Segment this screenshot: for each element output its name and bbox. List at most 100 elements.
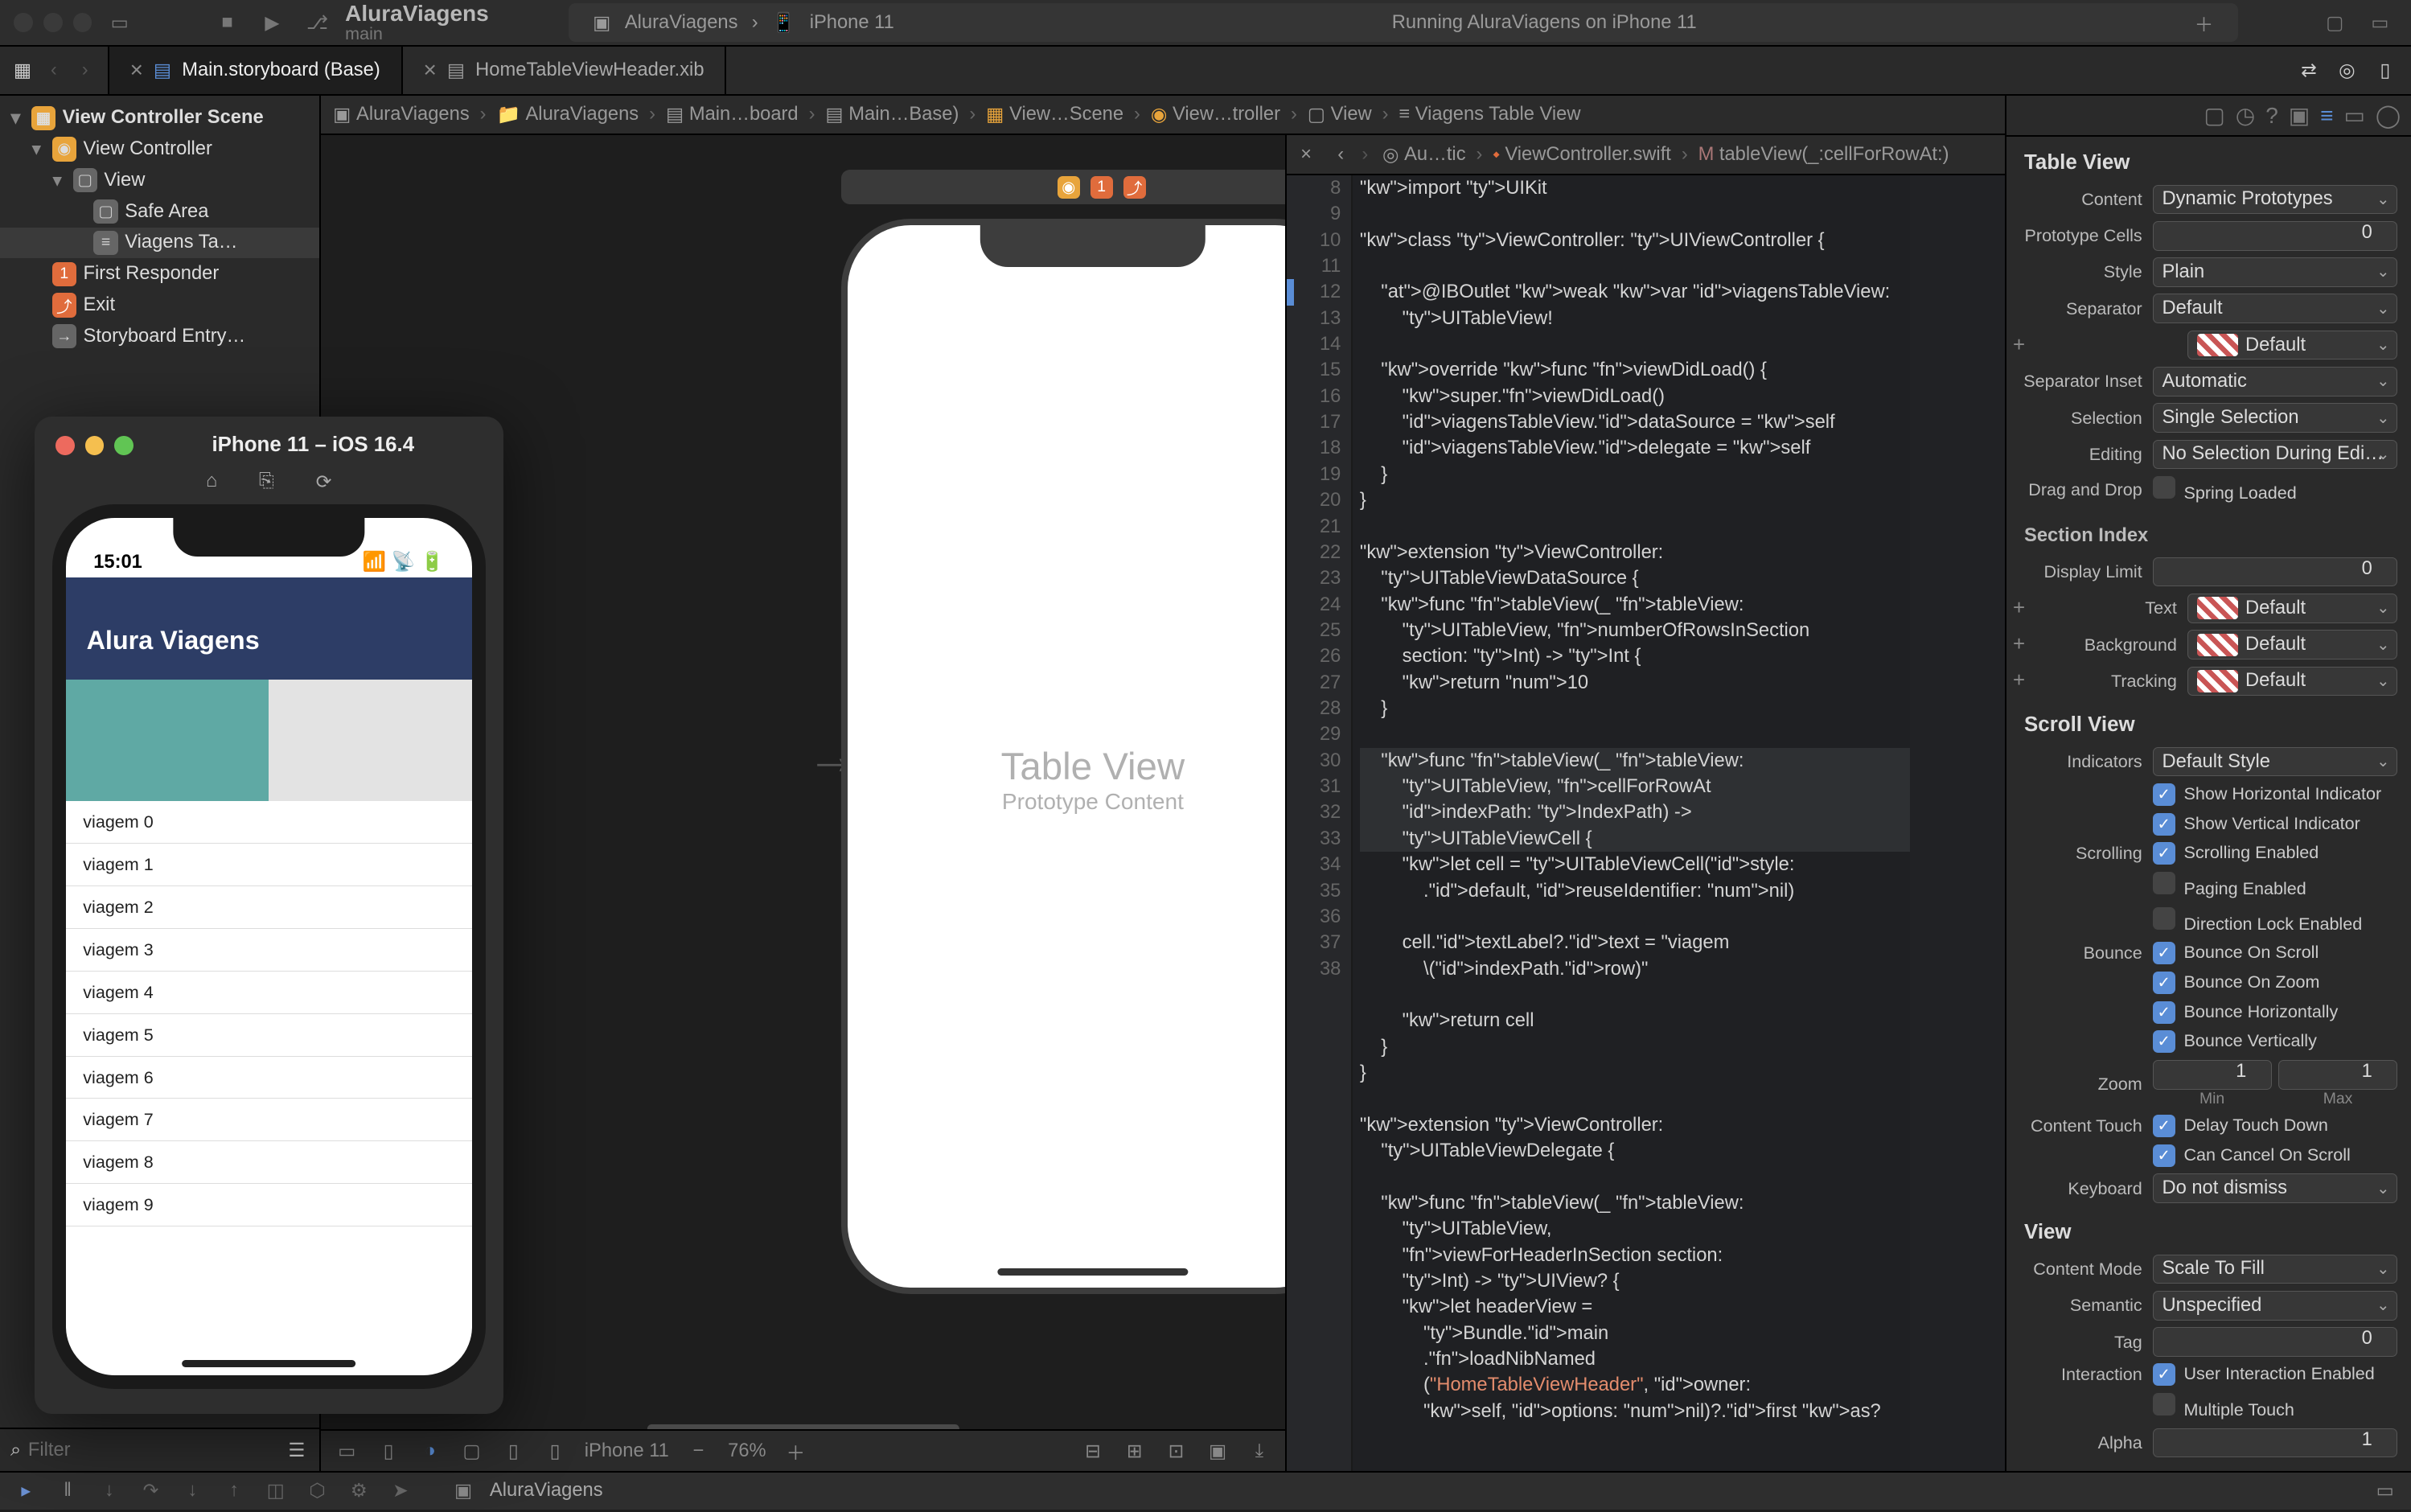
- resolve-icon[interactable]: ⊡: [1164, 1439, 1188, 1463]
- bounce-h-checkbox[interactable]: ✓: [2153, 1001, 2175, 1024]
- device-small-icon[interactable]: ▯: [543, 1439, 567, 1463]
- cancel-scroll-checkbox[interactable]: ✓: [2153, 1144, 2175, 1167]
- zoom-out-icon[interactable]: −: [686, 1439, 710, 1463]
- forward-icon[interactable]: ›: [73, 58, 97, 82]
- device-label[interactable]: iPhone 11: [585, 1440, 669, 1462]
- size-inspector-icon[interactable]: ▭: [2343, 102, 2365, 129]
- tag-field[interactable]: 0: [2153, 1327, 2397, 1357]
- window-traffic-lights[interactable]: [14, 13, 92, 32]
- add-icon[interactable]: +: [2006, 597, 2031, 620]
- memory-graph-icon[interactable]: ⬡: [306, 1479, 330, 1503]
- simulator-screen[interactable]: 15:01 📶 📡 🔋 Alura Viagens viagem 0viagem…: [52, 504, 486, 1389]
- adjust-editor-icon[interactable]: ⇄: [2297, 58, 2321, 82]
- delay-touch-checkbox[interactable]: ✓: [2153, 1115, 2175, 1137]
- add-icon[interactable]: +: [2006, 334, 2031, 357]
- step-over-icon[interactable]: ↷: [139, 1479, 163, 1503]
- history-inspector-icon[interactable]: ◷: [2236, 102, 2255, 129]
- forward-icon[interactable]: ›: [1353, 142, 1377, 166]
- first-responder-dock-icon[interactable]: 1: [1090, 176, 1113, 199]
- user-interaction-checkbox[interactable]: ✓: [2153, 1363, 2175, 1386]
- environment-icon[interactable]: ⚙: [347, 1479, 371, 1503]
- continue-icon[interactable]: ↓: [97, 1479, 121, 1503]
- bounce-v-checkbox[interactable]: ✓: [2153, 1030, 2175, 1053]
- selection-popup[interactable]: Single Selection: [2153, 403, 2397, 433]
- library-icon[interactable]: ▢: [2318, 7, 2352, 39]
- outline-exit[interactable]: ⤴ Exit: [0, 290, 319, 321]
- back-icon[interactable]: ‹: [42, 58, 66, 82]
- sim-list-row[interactable]: viagem 6: [66, 1057, 472, 1099]
- connections-inspector-icon[interactable]: ◯: [2376, 102, 2401, 129]
- add-icon[interactable]: ＋: [2195, 9, 2214, 37]
- file-inspector-icon[interactable]: ▢: [2204, 102, 2225, 129]
- scene-dock[interactable]: ◉ 1 ⤴: [841, 170, 1285, 204]
- zoom-max-field[interactable]: 1: [2278, 1060, 2397, 1090]
- canvas-scene[interactable]: ◉ 1 ⤴ Table View Prototype Content: [841, 170, 1285, 1294]
- outline-view[interactable]: ▾▢ View: [0, 165, 319, 196]
- device-icon[interactable]: ▯: [501, 1439, 525, 1463]
- sim-list-row[interactable]: viagem 5: [66, 1014, 472, 1057]
- add-editor-icon[interactable]: ▯: [2373, 58, 2397, 82]
- outline-scene[interactable]: ▾▦ View Controller Scene: [0, 102, 319, 134]
- debug-toggle-icon[interactable]: ▸: [14, 1479, 38, 1503]
- export-icon[interactable]: ⤓: [1247, 1439, 1271, 1463]
- display-limit-field[interactable]: 0: [2153, 557, 2397, 587]
- home-icon[interactable]: ⌂: [206, 470, 217, 494]
- show-v-indicator-checkbox[interactable]: ✓: [2153, 813, 2175, 836]
- sim-list-row[interactable]: viagem 1: [66, 844, 472, 886]
- sim-list-row[interactable]: viagem 9: [66, 1184, 472, 1226]
- prototype-cells-field[interactable]: 0: [2153, 221, 2397, 251]
- semantic-popup[interactable]: Unspecified: [2153, 1291, 2397, 1321]
- tab-main-storyboard[interactable]: × ▤ Main.storyboard (Base): [109, 47, 403, 93]
- outline-tableview[interactable]: ≡ Viagens Ta…: [0, 228, 319, 259]
- debugbar-target[interactable]: AluraViagens: [490, 1480, 603, 1502]
- index-bg-popup[interactable]: Default: [2187, 630, 2397, 659]
- scrolling-enabled-checkbox[interactable]: ✓: [2153, 842, 2175, 865]
- outline-view-controller[interactable]: ▾◉ View Controller: [0, 134, 319, 165]
- content-popup[interactable]: Dynamic Prototypes: [2153, 185, 2397, 215]
- separator-popup[interactable]: Default: [2153, 294, 2397, 323]
- outline-entry-point[interactable]: → Storyboard Entry…: [0, 321, 319, 352]
- add-icon[interactable]: +: [2006, 633, 2031, 656]
- sim-list-row[interactable]: viagem 8: [66, 1141, 472, 1184]
- outline-safe-area[interactable]: ▢ Safe Area: [0, 196, 319, 228]
- exit-dock-icon[interactable]: ⤴: [1123, 176, 1146, 199]
- tab-header-xib[interactable]: × ▤ HomeTableViewHeader.xib: [403, 47, 727, 93]
- embed-icon[interactable]: ▣: [1206, 1439, 1230, 1463]
- paging-enabled-checkbox[interactable]: [2153, 872, 2175, 894]
- outline-toggle-icon[interactable]: ▭: [335, 1439, 359, 1463]
- indicators-popup[interactable]: Default Style: [2153, 747, 2397, 777]
- console-toggle-icon[interactable]: ▭: [2373, 1479, 2397, 1503]
- sidebar-toggle-icon[interactable]: ▭: [102, 7, 137, 39]
- close-assistant-icon[interactable]: ×: [1294, 142, 1318, 166]
- content-mode-popup[interactable]: Scale To Fill: [2153, 1255, 2397, 1284]
- bounce-scroll-checkbox[interactable]: ✓: [2153, 942, 2175, 964]
- spring-loaded-checkbox[interactable]: [2153, 476, 2175, 499]
- zoom-in-icon[interactable]: ＋: [783, 1439, 807, 1463]
- show-h-indicator-checkbox[interactable]: ✓: [2153, 783, 2175, 806]
- related-items-icon[interactable]: ▦: [10, 58, 35, 82]
- location-icon[interactable]: ➤: [388, 1479, 413, 1503]
- trait-icon[interactable]: ◑: [418, 1439, 442, 1463]
- stop-button[interactable]: ■: [210, 7, 244, 39]
- jump-bar-editor[interactable]: × ‹ › ◎Au…tic ⬩ViewController.swift Mtab…: [1287, 135, 2005, 175]
- screenshot-icon[interactable]: ⎘: [259, 470, 274, 494]
- add-icon[interactable]: +: [2006, 669, 2031, 692]
- keyboard-popup[interactable]: Do not dismiss: [2153, 1173, 2397, 1203]
- back-icon[interactable]: ‹: [1329, 142, 1353, 166]
- bounce-zoom-checkbox[interactable]: ✓: [2153, 972, 2175, 994]
- align-icon[interactable]: ⊟: [1081, 1439, 1105, 1463]
- minimap-icon[interactable]: ◎: [2335, 58, 2359, 82]
- style-popup[interactable]: Plain: [2153, 257, 2397, 287]
- view-hierarchy-icon[interactable]: ◫: [264, 1479, 288, 1503]
- index-tracking-popup[interactable]: Default: [2187, 667, 2397, 696]
- jump-bar-ib[interactable]: ▣AluraViagens 📁AluraViagens ▤Main…board …: [321, 96, 2005, 136]
- separator-inset-popup[interactable]: Automatic: [2153, 367, 2397, 396]
- sim-tableview[interactable]: viagem 0viagem 1viagem 2viagem 3viagem 4…: [66, 801, 472, 1226]
- filter-input[interactable]: [28, 1440, 277, 1461]
- sim-traffic-lights[interactable]: [55, 436, 133, 455]
- identity-inspector-icon[interactable]: ▣: [2289, 102, 2310, 129]
- outline-first-responder[interactable]: 1 First Responder: [0, 258, 319, 290]
- close-icon[interactable]: ×: [424, 57, 437, 83]
- sim-list-row[interactable]: viagem 4: [66, 972, 472, 1014]
- sim-list-row[interactable]: viagem 0: [66, 801, 472, 844]
